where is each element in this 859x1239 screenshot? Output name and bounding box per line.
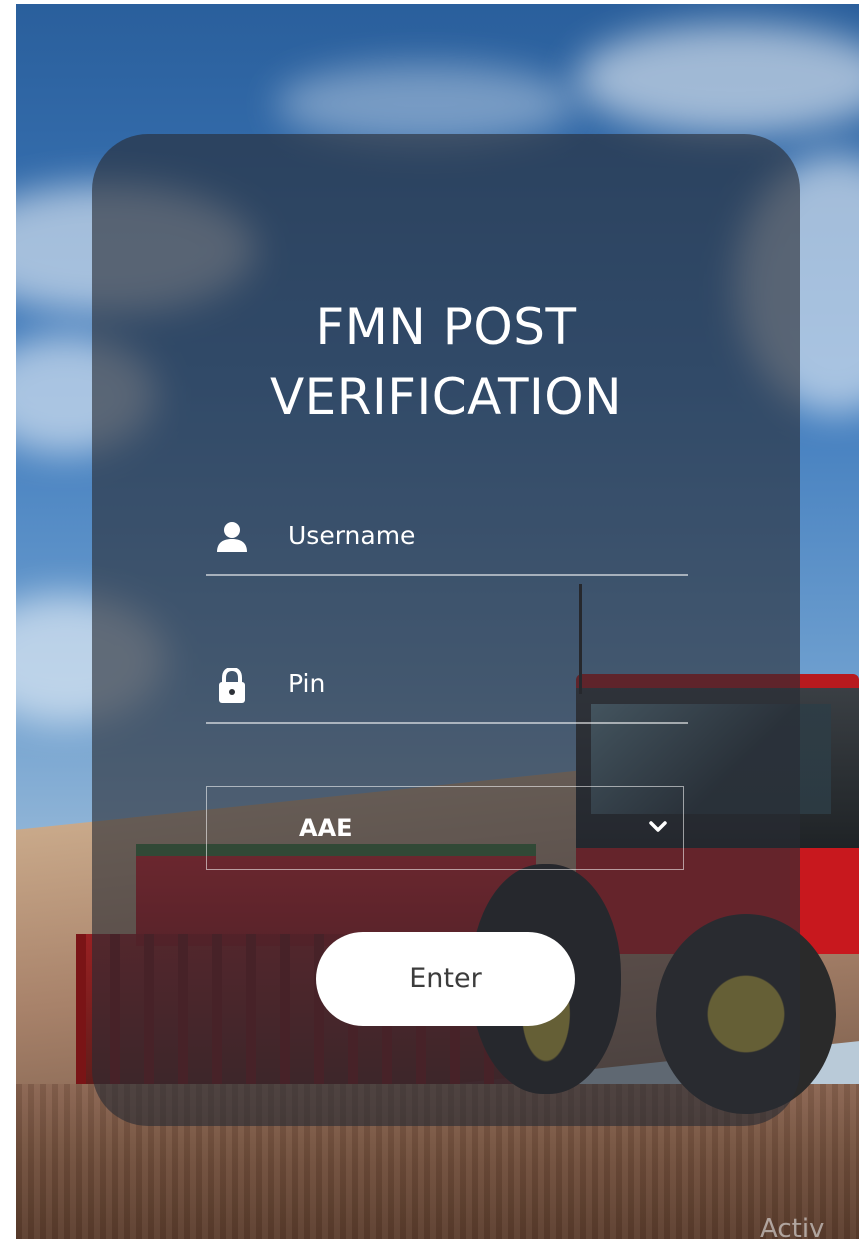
- page-title: FMN POST VERIFICATION: [92, 292, 800, 432]
- lock-icon: [216, 666, 248, 703]
- role-select[interactable]: AAE: [206, 786, 684, 870]
- title-line-2: VERIFICATION: [269, 368, 623, 426]
- pin-placeholder: Pin: [288, 669, 326, 698]
- username-field[interactable]: Username: [206, 512, 688, 576]
- login-card: FMN POST VERIFICATION Username Pin AAE E…: [92, 134, 800, 1126]
- cloud: [276, 64, 576, 144]
- chevron-down-icon: [647, 817, 669, 837]
- username-placeholder: Username: [288, 521, 416, 550]
- title-line-1: FMN POST: [315, 298, 577, 356]
- pin-field[interactable]: Pin: [206, 660, 688, 724]
- activation-watermark: Activ: [760, 1214, 825, 1239]
- user-icon: [216, 520, 248, 554]
- enter-button[interactable]: Enter: [316, 932, 575, 1026]
- role-select-value: AAE: [299, 814, 353, 842]
- background-frame: FMN POST VERIFICATION Username Pin AAE E…: [16, 4, 859, 1239]
